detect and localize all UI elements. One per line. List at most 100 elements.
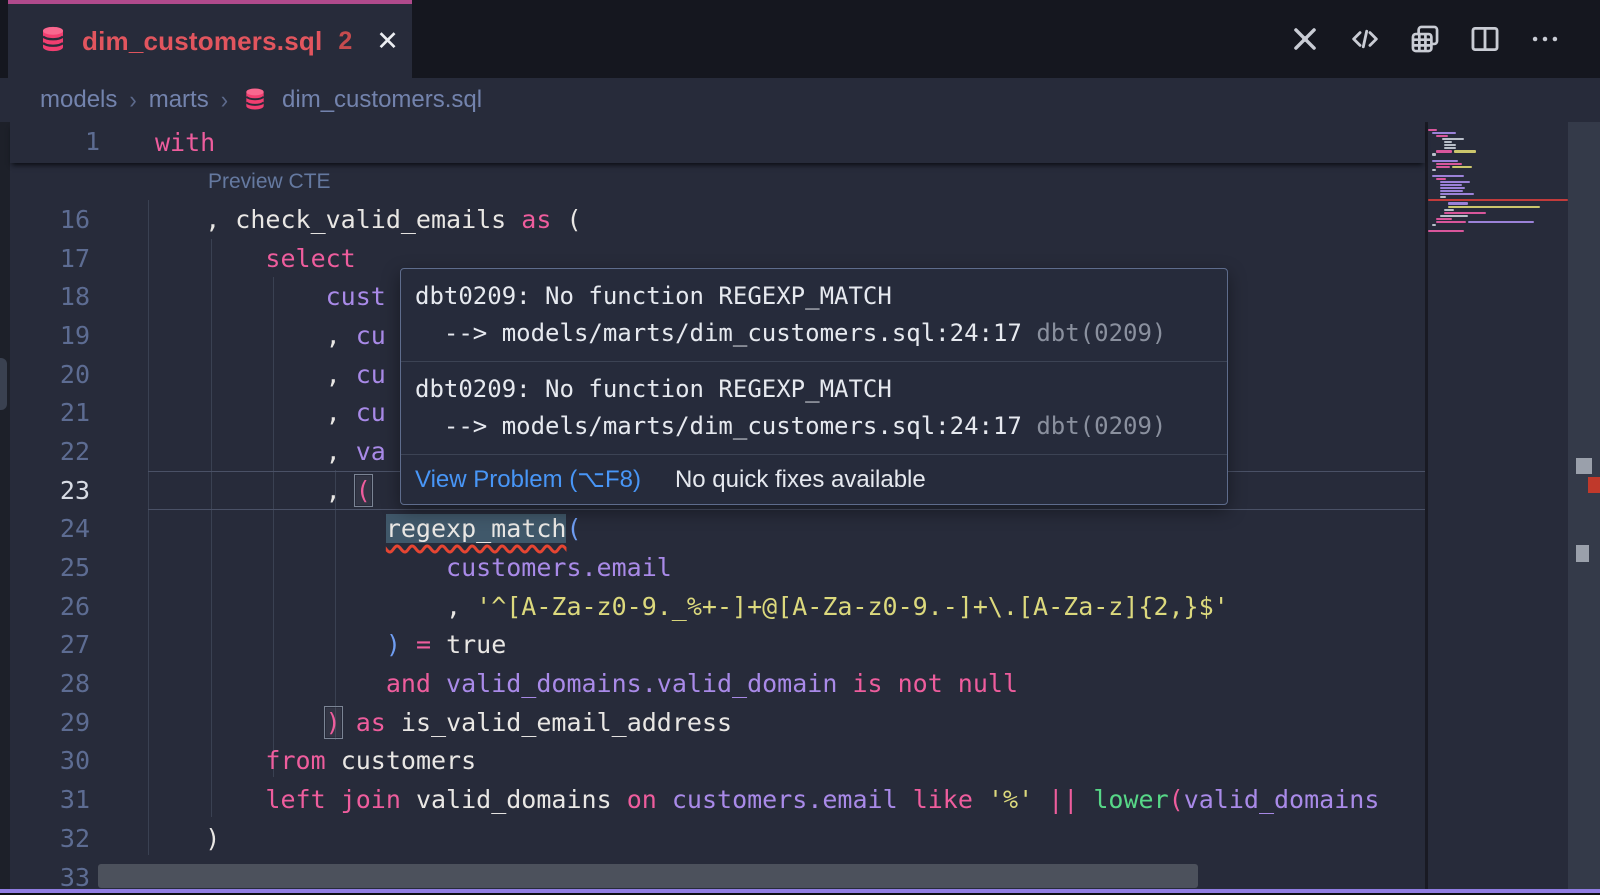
breadcrumb-models[interactable]: models — [40, 86, 117, 114]
minimap-line — [1436, 221, 1466, 223]
code-token: , — [145, 592, 476, 621]
code-token — [837, 669, 852, 698]
code-token: true — [446, 630, 506, 659]
code-token — [401, 785, 416, 814]
breadcrumb-marts[interactable]: marts — [149, 86, 209, 114]
view-problem-link[interactable]: View Problem (⌥F8) — [415, 465, 641, 494]
line-number: 19 — [0, 321, 90, 350]
close-icon[interactable]: ✕ — [376, 28, 399, 55]
line-number: 33 — [0, 863, 90, 892]
code-token: , — [145, 360, 356, 389]
minimap-line — [1444, 144, 1456, 146]
code-token: ) — [386, 630, 401, 659]
code-token — [326, 746, 341, 775]
minimap-line — [1432, 224, 1436, 226]
line-number: 22 — [0, 437, 90, 466]
minimap-line — [1436, 163, 1462, 165]
minimap-line — [1432, 175, 1464, 177]
code-token — [145, 785, 265, 814]
breadcrumb: models › marts › dim_customers.sql — [0, 78, 1600, 122]
code-token — [386, 708, 401, 737]
line-text: ) as is_valid_email_address — [90, 708, 732, 737]
minimap-line — [1444, 209, 1454, 211]
code-line-26[interactable]: 26 , '^[A-Za-z0-9._%+-]+@[A-Za-z0-9.-]+\… — [0, 587, 1425, 626]
line-number: 27 — [0, 630, 90, 659]
code-token: like — [913, 785, 973, 814]
code-line-31[interactable]: 31 left join valid_domains on customers.… — [0, 780, 1425, 819]
problem-source: dbt(0209) — [1036, 412, 1166, 440]
line-text: select — [90, 244, 356, 273]
problem-source: dbt(0209) — [1036, 319, 1166, 347]
minimap-line — [1444, 141, 1452, 143]
minimap-line — [1440, 184, 1462, 186]
split-editor-icon[interactable] — [1468, 22, 1502, 56]
minimap-line — [1440, 187, 1465, 189]
code-line-32[interactable]: 32 ) — [0, 819, 1425, 858]
code-line-27[interactable]: 27 ) = true — [0, 626, 1425, 665]
line-number: 29 — [0, 708, 90, 737]
line-number: 21 — [0, 398, 90, 427]
code-token — [1078, 785, 1093, 814]
code-token: and — [386, 669, 431, 698]
problem-entry: dbt0209: No function REGEXP_MATCH --> mo… — [401, 362, 1227, 454]
editor-toolbar — [1288, 0, 1562, 78]
dbt-logo-icon[interactable] — [1288, 22, 1322, 56]
sticky-scroll-line[interactable]: 1 with — [10, 122, 1425, 163]
problem-entry: dbt0209: No function REGEXP_MATCH --> mo… — [401, 269, 1227, 361]
sticky-line-text: with — [100, 128, 215, 157]
line-number: 16 — [0, 205, 90, 234]
line-text: customers.email — [90, 553, 672, 582]
code-line-16[interactable]: 16 , check_valid_emails as ( — [0, 200, 1425, 239]
code-token — [145, 282, 326, 311]
tab-dim-customers[interactable]: dim_customers.sql 2 ✕ — [8, 0, 412, 78]
code-line-30[interactable]: 30 from customers — [0, 742, 1425, 781]
code-line-25[interactable]: 25 customers.email — [0, 548, 1425, 587]
line-number: 26 — [0, 592, 90, 621]
line-text: regexp_match( — [90, 514, 582, 543]
minimap-error-line — [1428, 199, 1568, 201]
vertical-scrollbar[interactable] — [1568, 122, 1600, 895]
minimap-line — [1436, 135, 1448, 137]
line-text: , '^[A-Za-z0-9._%+-]+@[A-Za-z0-9.-]+\.[A… — [90, 592, 1229, 621]
code-token — [431, 669, 446, 698]
code-editor[interactable]: 1 with Preview CTE 16 , check_valid_emai… — [0, 122, 1600, 895]
line-number: 31 — [0, 785, 90, 814]
code-token: from — [265, 746, 325, 775]
line-text: and valid_domains.valid_domain is not nu… — [90, 669, 1018, 698]
code-token — [145, 824, 205, 853]
breadcrumb-file[interactable]: dim_customers.sql — [282, 86, 482, 114]
horizontal-scrollbar[interactable] — [98, 864, 1198, 888]
line-text: , check_valid_emails as ( — [90, 205, 582, 234]
tab-title: dim_customers.sql — [82, 26, 322, 57]
code-token: cust — [326, 282, 386, 311]
line-text: , va — [90, 437, 386, 466]
more-actions-icon[interactable] — [1528, 22, 1562, 56]
line-number: 20 — [0, 360, 90, 389]
code-token: , — [145, 321, 356, 350]
minimap-line — [1440, 190, 1463, 192]
code-token — [657, 785, 672, 814]
code-token: ( — [551, 205, 581, 234]
code-token: cu — [356, 398, 386, 427]
minimap-line — [1428, 129, 1437, 131]
code-line-29[interactable]: 29 ) as is_valid_email_address — [0, 703, 1425, 742]
line-text: , cu — [90, 360, 386, 389]
line-number: 30 — [0, 746, 90, 775]
code-token: cu — [356, 360, 386, 389]
code-token: || — [1048, 785, 1078, 814]
code-token: customers — [341, 746, 476, 775]
code-icon[interactable] — [1348, 22, 1382, 56]
code-line-24[interactable]: 24 regexp_match( — [0, 510, 1425, 549]
minimap-line — [1442, 138, 1464, 140]
minimap-line — [1448, 206, 1540, 208]
overview-error-mark — [1588, 477, 1600, 493]
code-line-28[interactable]: 28 and valid_domains.valid_domain is not… — [0, 664, 1425, 703]
minimap[interactable] — [1428, 122, 1568, 895]
code-token: lower — [1093, 785, 1168, 814]
preview-cte-codelens[interactable]: Preview CTE — [208, 170, 331, 200]
code-token — [1033, 785, 1048, 814]
minimap-line — [1432, 169, 1436, 171]
preview-results-icon[interactable] — [1408, 22, 1442, 56]
line-text: , cu — [90, 398, 386, 427]
line-text: from customers — [90, 746, 476, 775]
